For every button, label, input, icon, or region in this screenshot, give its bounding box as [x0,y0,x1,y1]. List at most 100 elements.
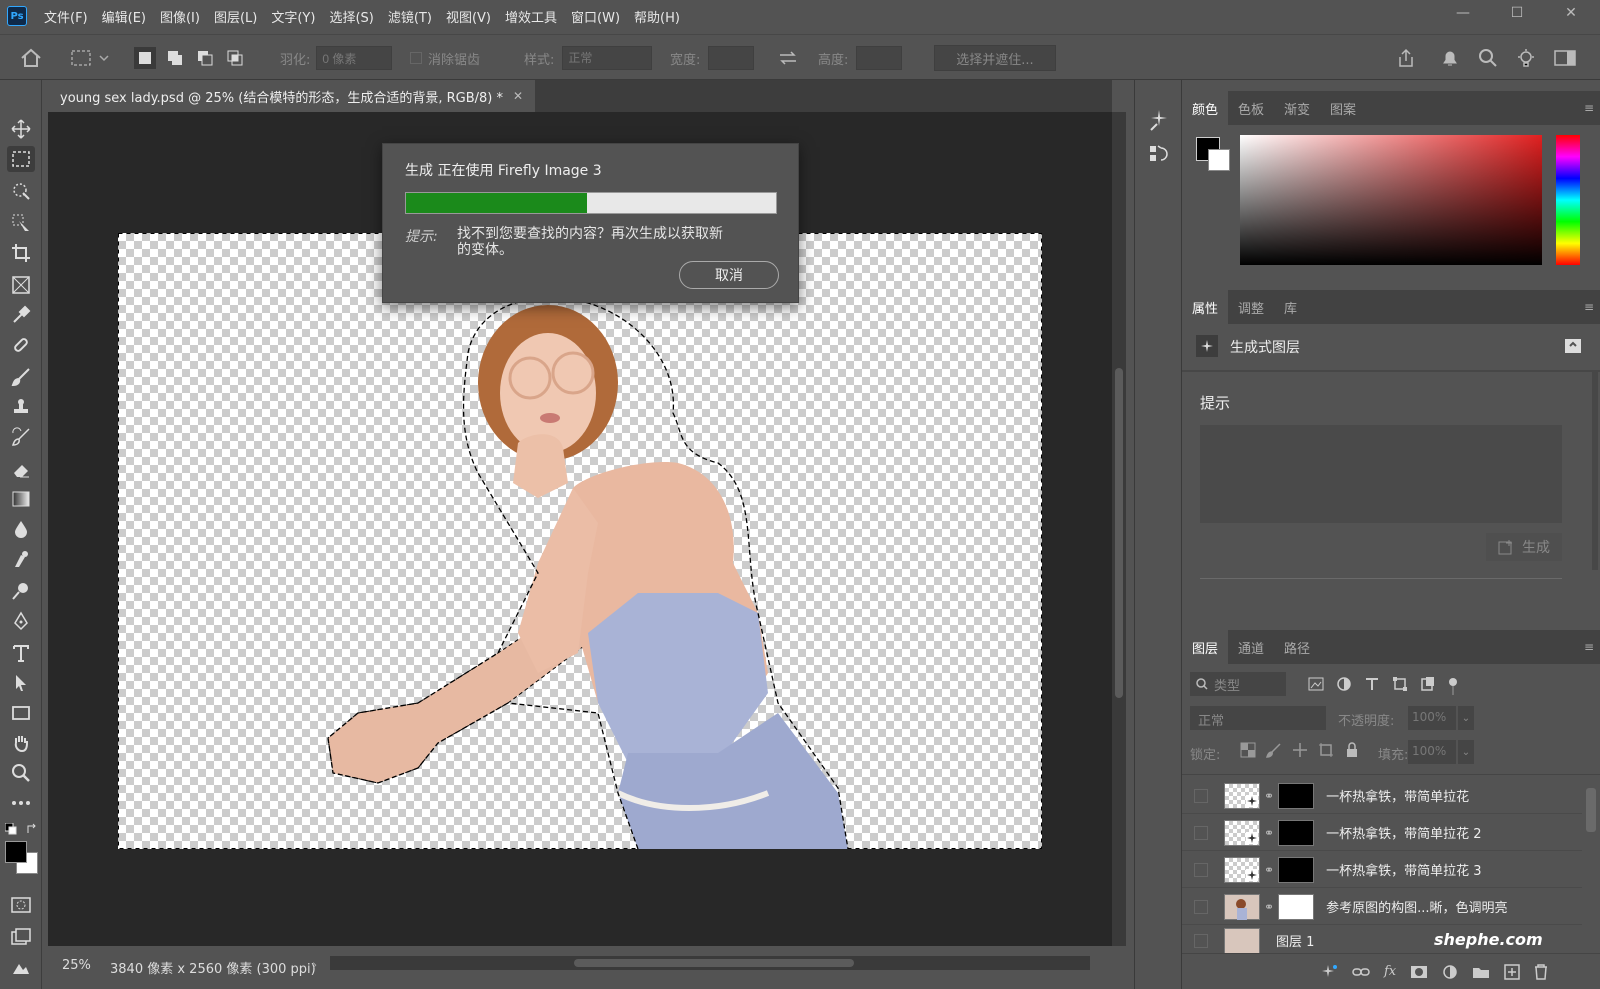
menu-file[interactable]: 文件(F) [37,7,95,26]
background-swatch[interactable] [1208,149,1230,171]
layer-options-icon[interactable] [1562,336,1584,356]
layer-visibility-toggle[interactable] [1194,788,1208,803]
new-group-icon[interactable] [1472,964,1490,984]
feather-input[interactable] [316,46,393,70]
color-saturation-field[interactable] [1240,135,1542,265]
tab-paths[interactable]: 路径 [1274,630,1320,664]
menu-filter[interactable]: 滤镜(T) [381,7,439,26]
crop-tool-icon[interactable] [7,240,35,266]
move-tool-icon[interactable] [7,116,35,142]
intersect-selection-icon[interactable] [224,47,246,69]
filter-toggle-icon[interactable] [1448,676,1458,700]
type-tool-icon[interactable] [7,640,35,666]
menu-type[interactable]: 文字(Y) [264,7,322,26]
close-tab-icon[interactable]: ✕ [513,89,523,103]
hand-tool-icon[interactable] [7,730,35,756]
close-icon[interactable]: ✕ [1548,0,1594,26]
menu-layer[interactable]: 图层(L) [207,7,264,26]
tab-layers[interactable]: 图层 [1182,630,1229,664]
horizontal-scroll-thumb[interactable] [574,959,854,967]
add-selection-icon[interactable] [164,47,186,69]
swap-icon[interactable] [778,45,798,71]
vertical-scroll-thumb[interactable] [1115,368,1123,698]
layer-visibility-toggle[interactable] [1194,862,1208,877]
generate-layer-icon[interactable] [1320,964,1338,984]
marquee-preset-icon[interactable] [70,45,110,71]
more-tools-icon[interactable] [7,790,35,816]
minimize-icon[interactable]: — [1440,0,1486,26]
fill-input[interactable]: 100% [1408,740,1456,764]
tab-color[interactable]: 颜色 [1182,91,1229,125]
add-mask-icon[interactable] [1410,964,1428,984]
height-input[interactable] [856,46,903,70]
filter-shape-icon[interactable] [1392,676,1408,700]
lock-position-icon[interactable] [1292,742,1308,762]
menu-image[interactable]: 图像(I) [153,7,207,26]
healing-brush-tool-icon[interactable] [7,332,35,358]
lock-transparent-icon[interactable] [1240,742,1256,762]
width-input[interactable] [708,46,755,70]
filter-smart-object-icon[interactable] [1420,676,1436,700]
cancel-button[interactable]: 取消 [679,261,779,289]
fill-dropdown-icon[interactable]: ⌄ [1458,740,1474,764]
notification-icon[interactable] [1440,45,1460,71]
tab-adjustments[interactable]: 调整 [1228,290,1274,324]
tab-properties[interactable]: 属性 [1182,290,1229,324]
delete-layer-icon[interactable] [1534,964,1548,984]
rectangular-marquee-tool-icon[interactable] [7,146,35,172]
object-selection-tool-icon[interactable] [7,178,35,204]
properties-scrollbar[interactable] [1592,370,1598,570]
opacity-input[interactable]: 100% [1408,706,1456,730]
layers-panel-menu-icon[interactable]: ≡ [1584,640,1594,654]
maximize-icon[interactable]: ☐ [1494,0,1540,26]
new-layer-icon[interactable] [1504,964,1520,984]
filter-adjustment-icon[interactable] [1336,676,1352,700]
swap-colors-icon[interactable] [26,823,38,835]
zoom-level[interactable]: 25% [62,958,91,973]
filter-type-icon[interactable] [1364,676,1380,700]
screen-mode-icon[interactable] [7,924,35,950]
filter-pixel-icon[interactable] [1308,676,1324,700]
prompt-input[interactable] [1200,425,1562,523]
layer-style-fx-icon[interactable]: fx [1384,964,1396,984]
path-selection-tool-icon[interactable] [7,670,35,696]
layers-scrollbar[interactable] [1586,788,1596,832]
properties-panel-menu-icon[interactable]: ≡ [1584,300,1594,314]
rectangle-tool-icon[interactable] [7,700,35,726]
opacity-dropdown-icon[interactable]: ⌄ [1458,706,1474,730]
menu-help[interactable]: 帮助(H) [627,7,687,26]
gradient-tool-icon[interactable] [7,486,35,512]
eyedropper-tool-icon[interactable] [7,302,35,328]
tab-libraries[interactable]: 库 [1274,290,1307,324]
subtract-selection-icon[interactable] [194,47,216,69]
tab-channels[interactable]: 通道 [1228,630,1274,664]
menu-view[interactable]: 视图(V) [439,7,498,26]
lock-artboard-icon[interactable] [1318,742,1334,762]
layer-row[interactable]: ⚭ 一杯热拿铁，带简单拉花 2 [1182,815,1582,851]
discover-icon[interactable] [1516,45,1536,71]
frame-tool-icon[interactable] [7,272,35,298]
layer-visibility-toggle[interactable] [1194,933,1208,948]
brush-tool-icon[interactable] [7,364,35,390]
antialias-checkbox[interactable] [410,52,422,64]
lock-all-icon[interactable] [1344,742,1360,762]
zoom-tool-icon[interactable] [7,760,35,786]
tab-patterns[interactable]: 图案 [1320,91,1366,125]
link-layers-icon[interactable] [1352,964,1370,984]
menu-edit[interactable]: 编辑(E) [95,7,153,26]
hue-slider[interactable] [1556,135,1580,265]
generative-fill-icon[interactable] [1147,108,1171,136]
smudge-tool-icon[interactable] [7,546,35,572]
generate-button[interactable]: 生成 [1486,533,1562,561]
new-selection-icon[interactable] [134,47,156,69]
style-select[interactable]: 正常 [562,46,653,70]
menu-select[interactable]: 选择(S) [322,7,380,26]
default-colors-icon[interactable] [4,822,17,835]
share-icon[interactable] [1396,45,1416,71]
history-brush-tool-icon[interactable] [7,424,35,450]
quick-mask-icon[interactable] [7,892,35,918]
clone-stamp-tool-icon[interactable] [7,394,35,420]
home-icon[interactable] [20,45,42,71]
foreground-color-swatch[interactable] [5,841,27,863]
tab-gradients[interactable]: 渐变 [1274,91,1320,125]
